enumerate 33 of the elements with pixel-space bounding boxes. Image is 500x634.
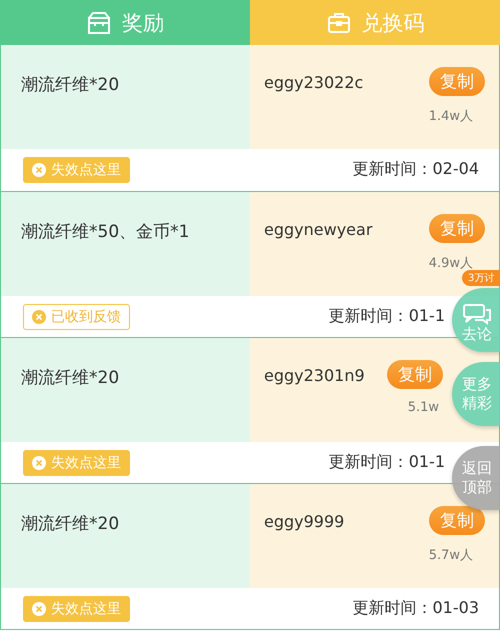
update-time: 更新时间：01-03 [352,598,479,619]
copy-button[interactable]: 复制 [387,360,443,389]
update-time: 更新时间：02-04 [352,159,479,180]
column-title: 兑换码 [362,10,424,36]
close-icon [32,162,46,176]
copy-button[interactable]: 复制 [429,506,485,535]
column-title: 奖励 [122,10,164,36]
reward-text: 潮流纤维*20 [21,368,120,388]
close-icon [32,310,46,324]
user-count: 4.9w人 [428,255,473,272]
update-time: 更新时间：01-1 [328,452,445,473]
feedback-button[interactable]: 失效点这里 [23,596,130,622]
chat-icon [462,302,492,324]
redeem-code: eggy2301n9 [264,366,365,385]
redeem-code: eggynewyear [264,220,372,239]
feedback-button[interactable]: 失效点这里 [23,156,130,182]
copy-button[interactable]: 复制 [429,67,485,96]
redeem-code: eggy23022c [264,73,364,92]
close-icon [32,456,46,470]
close-icon [32,602,46,616]
count-badge: 3万讨 [462,270,500,286]
gift-box-icon [86,10,112,36]
redeem-code: eggy9999 [264,512,344,531]
user-count: 5.7w人 [428,547,473,564]
reward-text: 潮流纤维*50、金币*1 [21,222,190,242]
update-time: 更新时间：01-1 [328,306,445,327]
feedback-button[interactable]: 失效点这里 [23,450,130,476]
copy-button[interactable]: 复制 [429,214,485,243]
reward-text: 潮流纤维*20 [21,514,120,534]
reward-text: 潮流纤维*20 [21,75,120,95]
user-count: 5.1w [408,400,439,415]
user-count: 1.4w人 [428,108,473,125]
feedback-button[interactable]: 已收到反馈 [23,304,130,330]
